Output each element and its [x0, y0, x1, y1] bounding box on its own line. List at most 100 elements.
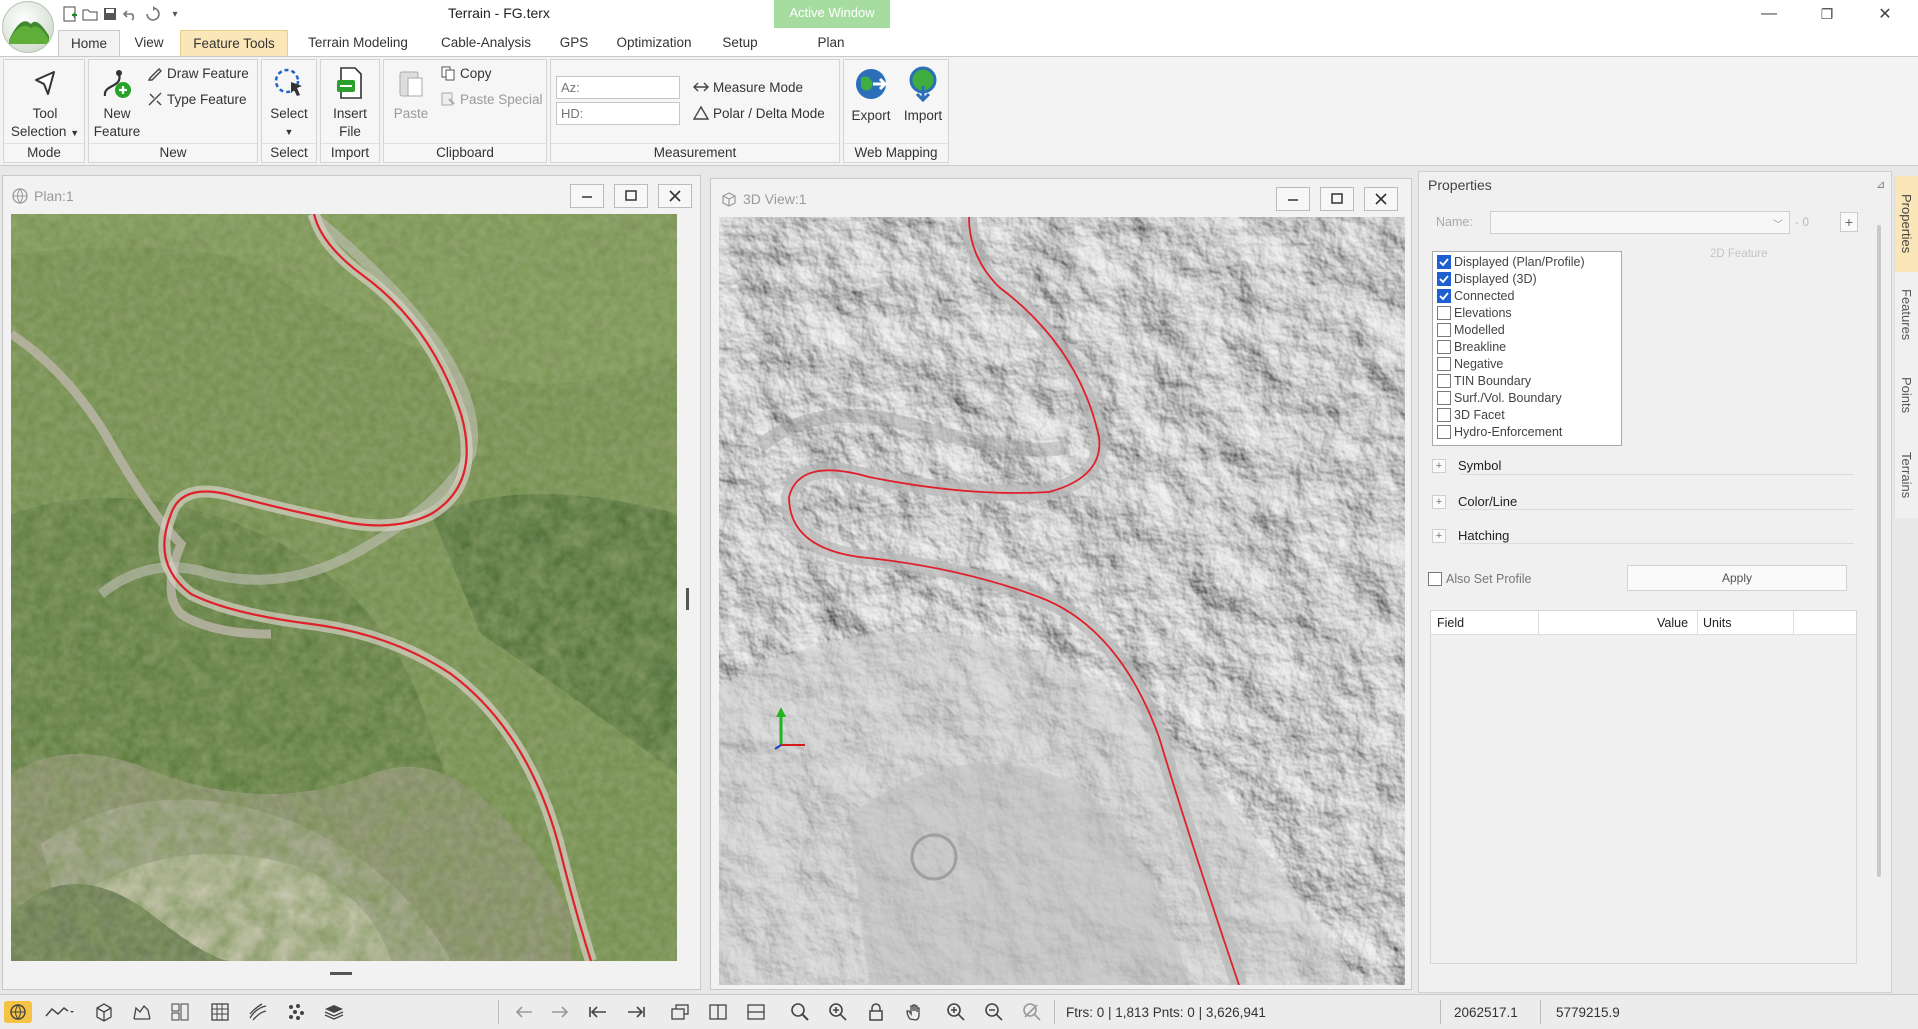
flag-checkbox-8[interactable]: Surf./Vol. Boundary	[1437, 391, 1562, 405]
section-symbol-label: Symbol	[1458, 458, 1502, 473]
plan-vertical-splitter-handle[interactable]	[686, 588, 689, 610]
customize-toolbar-icon[interactable]: ▾	[165, 4, 185, 24]
also-set-profile-checkbox[interactable]: Also Set Profile	[1428, 572, 1531, 586]
window-title: Terrain - FG.terx	[448, 5, 550, 21]
insert-file-button[interactable]: Insert File	[323, 66, 377, 141]
paste-button[interactable]: Paste	[386, 66, 436, 123]
tool-selection-button[interactable]: Tool Selection ▼	[8, 66, 82, 142]
view3d-terrain-viewport[interactable]	[719, 217, 1405, 985]
plan-close-button[interactable]	[658, 184, 692, 208]
pin-icon[interactable]: ⊿	[1876, 178, 1885, 191]
side-tab-properties[interactable]: Properties	[1894, 176, 1918, 272]
plan-maximize-button[interactable]	[614, 184, 648, 208]
view3d-maximize-button[interactable]	[1320, 187, 1354, 211]
view3d-minimize-button[interactable]	[1276, 187, 1310, 211]
copy-button[interactable]: Copy	[440, 65, 492, 81]
polar-delta-mode-button[interactable]: Polar / Delta Mode	[693, 105, 825, 121]
measure-mode-button[interactable]: Measure Mode	[693, 79, 803, 95]
plan-aerial-map[interactable]	[11, 214, 677, 961]
zoom-disabled-icon[interactable]	[1020, 1001, 1044, 1023]
plan-window-title-text: Plan:1	[34, 188, 74, 204]
minimize-button[interactable]: —	[1740, 0, 1798, 28]
step-forward-icon[interactable]	[624, 1001, 648, 1023]
profile-line-icon[interactable]	[40, 1001, 78, 1023]
3d-box-icon[interactable]	[92, 1001, 116, 1023]
azimuth-input[interactable]	[556, 76, 680, 99]
flag-checkbox-7[interactable]: TIN Boundary	[1437, 374, 1531, 388]
view3d-close-button[interactable]	[1364, 187, 1398, 211]
tab-cable-analysis[interactable]: Cable-Analysis	[432, 30, 540, 56]
app-logo[interactable]	[2, 1, 54, 53]
tab-plan[interactable]: Plan	[804, 30, 858, 56]
flag-checkbox-10[interactable]: Hydro-Enforcement	[1437, 425, 1562, 439]
flag-checkbox-3[interactable]: Elevations	[1437, 306, 1512, 320]
contours-icon[interactable]	[246, 1001, 270, 1023]
tab-view[interactable]: View	[124, 30, 174, 56]
pencil-icon	[147, 68, 162, 81]
paste-special-label: Paste Special	[460, 91, 543, 107]
step-back-icon[interactable]	[586, 1001, 610, 1023]
new-file-icon[interactable]	[60, 4, 80, 24]
cascade-windows-icon[interactable]	[668, 1001, 692, 1023]
type-feature-label: Type Feature	[167, 91, 247, 107]
horizontal-distance-input[interactable]	[556, 102, 680, 125]
draw-feature-button[interactable]: Draw Feature	[147, 65, 249, 81]
new-feature-button[interactable]: New Feature	[91, 66, 143, 141]
plan-horizontal-splitter-handle[interactable]	[330, 972, 352, 975]
flag-checkbox-6[interactable]: Negative	[1437, 357, 1503, 371]
zoom-extents-icon[interactable]	[826, 1001, 850, 1023]
redo-icon[interactable]	[143, 4, 163, 24]
layout-panels-icon[interactable]	[168, 1001, 192, 1023]
side-tab-points[interactable]: Points	[1894, 358, 1918, 432]
tab-gps[interactable]: GPS	[552, 30, 596, 56]
save-icon[interactable]	[100, 4, 120, 24]
points-cloud-icon[interactable]	[284, 1001, 308, 1023]
add-name-button[interactable]: +	[1840, 212, 1858, 232]
also-set-profile-label: Also Set Profile	[1446, 572, 1532, 586]
pan-left-icon[interactable]	[512, 1001, 536, 1023]
flag-checkbox-4[interactable]: Modelled	[1437, 323, 1505, 337]
plan-minimize-button[interactable]	[570, 184, 604, 208]
tab-optimization[interactable]: Optimization	[606, 30, 702, 56]
zoom-out-icon[interactable]	[982, 1001, 1006, 1023]
zoom-search-icon[interactable]	[788, 1001, 812, 1023]
tile-horizontal-icon[interactable]	[744, 1001, 768, 1023]
pan-right-icon[interactable]	[548, 1001, 572, 1023]
properties-scrollbar[interactable]	[1877, 225, 1881, 877]
tab-home[interactable]: Home	[58, 30, 120, 56]
plan-globe-icon	[12, 188, 28, 204]
checkbox-checked-icon	[1437, 272, 1451, 286]
flag-checkbox-5[interactable]: Breakline	[1437, 340, 1506, 354]
pan-hand-icon[interactable]	[902, 1001, 926, 1023]
undo-icon[interactable]	[120, 4, 140, 24]
tab-setup[interactable]: Setup	[714, 30, 766, 56]
lock-icon[interactable]	[864, 1001, 888, 1023]
close-button[interactable]: ✕	[1856, 0, 1914, 28]
flag-checkbox-1[interactable]: Displayed (3D)	[1437, 272, 1537, 286]
paste-special-button[interactable]: Paste Special	[440, 91, 543, 107]
web-import-button[interactable]: Import	[898, 66, 948, 125]
apply-button[interactable]: Apply	[1627, 565, 1847, 591]
tile-vertical-icon[interactable]	[706, 1001, 730, 1023]
flag-checkbox-2[interactable]: Connected	[1437, 289, 1514, 303]
tab-terrain-modeling[interactable]: Terrain Modeling	[296, 30, 420, 56]
table-grid-icon[interactable]	[208, 1001, 232, 1023]
side-tab-terrains[interactable]: Terrains	[1894, 432, 1918, 518]
section-hatching-header[interactable]: + Hatching	[1432, 528, 1509, 543]
section-view-icon[interactable]	[130, 1001, 154, 1023]
name-combo[interactable]: ﹀	[1490, 211, 1790, 234]
layers-icon[interactable]	[322, 1001, 346, 1023]
type-feature-button[interactable]: Type Feature	[147, 91, 247, 107]
select-button[interactable]: Select ▼	[264, 66, 314, 141]
restore-button[interactable]: ❐	[1798, 0, 1856, 28]
open-folder-icon[interactable]	[80, 4, 100, 24]
zoom-in-icon[interactable]	[944, 1001, 968, 1023]
side-tab-features[interactable]: Features	[1894, 272, 1918, 358]
tab-feature-tools[interactable]: Feature Tools	[180, 30, 288, 56]
flag-checkbox-9[interactable]: 3D Facet	[1437, 408, 1505, 422]
web-export-button[interactable]: Export	[846, 66, 896, 125]
flag-checkbox-0[interactable]: Displayed (Plan/Profile)	[1437, 255, 1585, 269]
section-color-line-header[interactable]: + Color/Line	[1432, 494, 1517, 509]
section-symbol-header[interactable]: + Symbol	[1432, 458, 1501, 473]
globe-status-icon[interactable]	[4, 1001, 32, 1023]
